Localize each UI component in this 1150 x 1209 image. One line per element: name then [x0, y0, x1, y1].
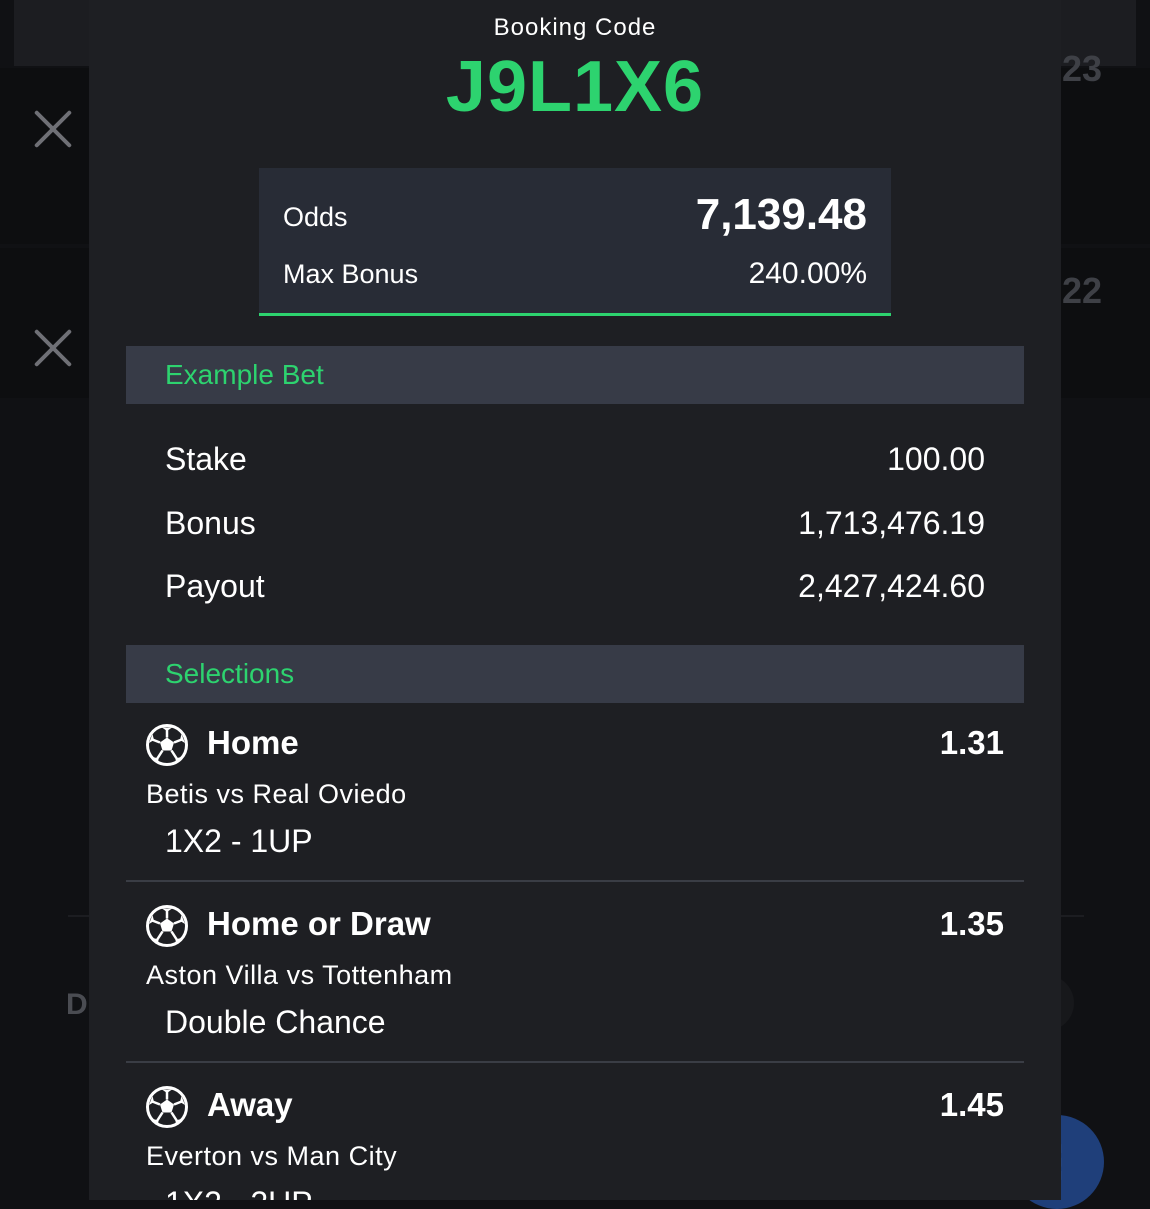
selection-odds: 1.31	[939, 724, 1004, 761]
soccer-ball-icon	[146, 724, 188, 766]
selection-match: Aston Villa vs Tottenham	[146, 960, 453, 990]
stake-label: Stake	[165, 441, 247, 477]
max-bonus-label: Max Bonus	[283, 259, 419, 289]
selections-header: Selections	[126, 645, 1024, 703]
selection-match: Everton vs Man City	[146, 1141, 398, 1171]
background-odds-text: 23	[1062, 48, 1103, 89]
selection-divider	[126, 880, 1024, 882]
remove-selection-close-icon[interactable]	[32, 327, 74, 369]
selections-title: Selections	[165, 658, 295, 689]
payout-label: Payout	[165, 568, 265, 604]
example-bet-title: Example Bet	[165, 359, 324, 390]
selection-pick: Home	[207, 724, 299, 761]
odds-value: 7,139.48	[695, 190, 867, 239]
selection-item[interactable]: Home 1.31 Betis vs Real Oviedo 1X2 - 1UP	[126, 702, 1024, 882]
bonus-value: 1,713,476.19	[798, 505, 985, 541]
odds-summary-card: Odds 7,139.48 Max Bonus 240.00%	[259, 168, 891, 316]
max-bonus-value: 240.00%	[748, 257, 867, 290]
selection-divider	[126, 1061, 1024, 1063]
odds-label: Odds	[283, 202, 348, 232]
background-odds-text: 22	[1062, 270, 1103, 311]
soccer-ball-icon	[146, 1086, 188, 1128]
example-bet-header: Example Bet	[126, 346, 1024, 404]
remove-selection-close-icon[interactable]	[32, 108, 74, 150]
selection-pick: Away	[207, 1086, 293, 1123]
bonus-row: Bonus 1,713,476.19	[165, 505, 985, 549]
selection-pick: Home or Draw	[207, 905, 431, 942]
payout-value: 2,427,424.60	[798, 568, 985, 604]
payout-row: Payout 2,427,424.60	[165, 568, 985, 612]
stake-value: 100.00	[887, 441, 985, 477]
selection-market: 1X2 - 2UP	[165, 1185, 313, 1200]
selection-odds: 1.35	[939, 905, 1004, 942]
stake-row: Stake 100.00	[165, 441, 985, 485]
booking-code-value[interactable]: J9L1X6	[89, 46, 1061, 128]
booking-code-modal: Booking Code J9L1X6 Odds 7,139.48 Max Bo…	[89, 0, 1061, 1200]
selection-market: Double Chance	[165, 1004, 386, 1040]
selection-market: 1X2 - 1UP	[165, 823, 313, 859]
selection-odds: 1.45	[939, 1086, 1004, 1123]
selection-item[interactable]: Away 1.45 Everton vs Man City 1X2 - 2UP	[126, 1064, 1024, 1200]
background-label-text: D	[66, 988, 88, 1021]
soccer-ball-icon	[146, 905, 188, 947]
selection-item[interactable]: Home or Draw 1.35 Aston Villa vs Tottenh…	[126, 883, 1024, 1063]
selection-match: Betis vs Real Oviedo	[146, 779, 407, 809]
booking-code-label: Booking Code	[493, 14, 657, 41]
bonus-label: Bonus	[165, 505, 256, 541]
